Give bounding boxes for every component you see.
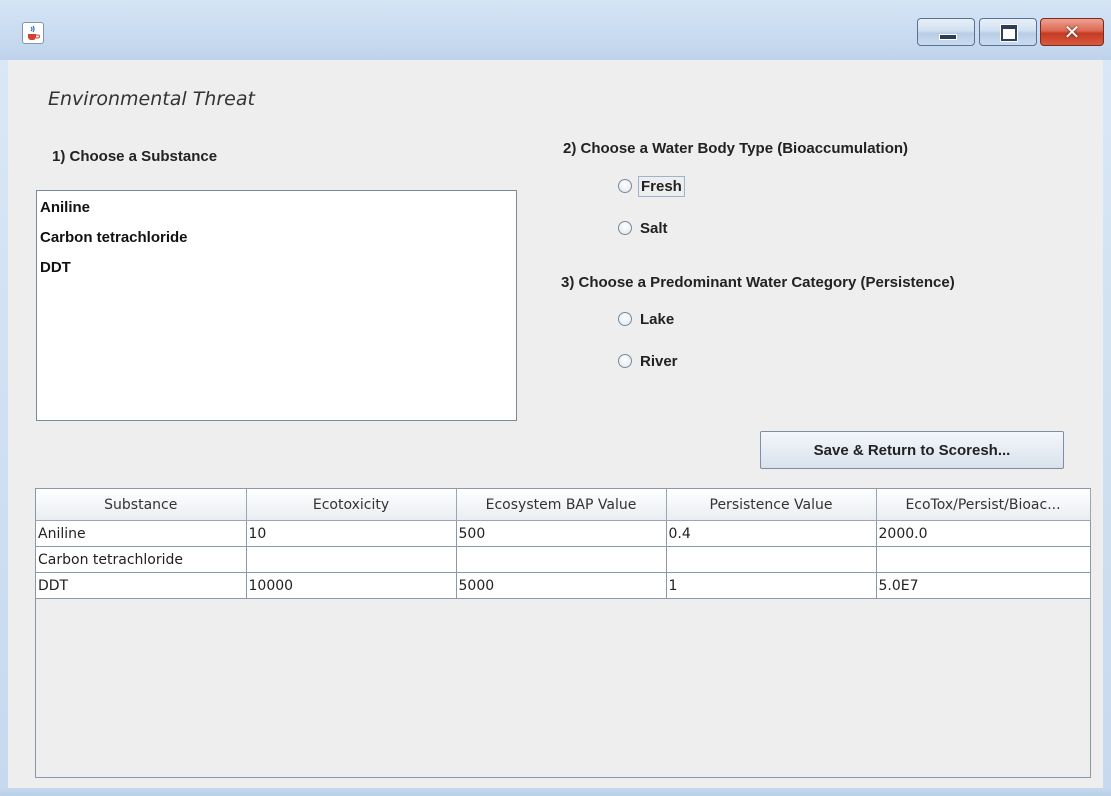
page-title: Environmental Threat (48, 88, 255, 110)
radio-label-lake[interactable]: Lake (638, 310, 676, 329)
column-header[interactable]: Ecotoxicity (246, 489, 457, 521)
radio-button[interactable] (618, 221, 632, 235)
radio-label-salt[interactable]: Salt (638, 219, 670, 238)
list-item[interactable]: DDT (37, 253, 516, 283)
radio-fresh[interactable]: Fresh (618, 173, 685, 199)
close-button[interactable]: ✕ (1040, 18, 1104, 46)
water-body-label: 2) Choose a Water Body Type (Bioaccumula… (563, 140, 909, 157)
list-item[interactable]: Carbon tetrachloride (37, 223, 516, 253)
table-cell[interactable]: Aniline (36, 520, 247, 547)
close-icon: ✕ (1063, 20, 1081, 44)
table-cell[interactable] (246, 546, 457, 573)
radio-button[interactable] (618, 179, 632, 193)
application-window: ✕ Environmental Threat 1) Choose a Subst… (0, 0, 1111, 796)
content-panel: Environmental Threat 1) Choose a Substan… (8, 60, 1103, 788)
maximize-button[interactable] (979, 18, 1037, 46)
radio-salt[interactable]: Salt (618, 215, 670, 241)
table-cell[interactable]: 5000 (456, 572, 667, 599)
table-cell[interactable]: 0.4 (666, 520, 877, 547)
table-cell[interactable] (666, 546, 877, 573)
water-category-label: 3) Choose a Predominant Water Category (… (561, 274, 955, 291)
radio-river[interactable]: River (618, 348, 680, 374)
table-cell[interactable]: 10000 (246, 572, 457, 599)
table-header-row: Substance Ecotoxicity Ecosystem BAP Valu… (36, 489, 1091, 521)
radio-button[interactable] (618, 354, 632, 368)
table-row[interactable]: Carbon tetrachloride (36, 546, 1091, 573)
table-cell[interactable]: 500 (456, 520, 667, 547)
radio-label-fresh[interactable]: Fresh (638, 175, 685, 197)
table-cell[interactable] (456, 546, 667, 573)
column-header[interactable]: Persistence Value (666, 489, 877, 521)
table-row[interactable]: Aniline 10 500 0.4 2000.0 (36, 520, 1091, 547)
table-cell[interactable]: DDT (36, 572, 247, 599)
list-item[interactable]: Aniline (37, 193, 516, 223)
title-bar[interactable]: ✕ (0, 0, 1111, 60)
table-cell[interactable]: 5.0E7 (876, 572, 1091, 599)
table-cell[interactable]: 2000.0 (876, 520, 1091, 547)
substance-list[interactable]: Aniline Carbon tetrachloride DDT (36, 190, 517, 421)
table-cell[interactable]: Carbon tetrachloride (36, 546, 247, 573)
table-cell[interactable] (876, 546, 1091, 573)
table-cell[interactable]: 1 (666, 572, 877, 599)
window-bottom-border (0, 788, 1111, 796)
results-table: Substance Ecotoxicity Ecosystem BAP Valu… (36, 489, 1091, 599)
save-return-button[interactable]: Save & Return to Scoresh... (760, 431, 1064, 469)
column-header[interactable]: EcoTox/Persist/Bioac... (876, 489, 1091, 521)
column-header[interactable]: Ecosystem BAP Value (456, 489, 667, 521)
java-cup-icon[interactable] (22, 22, 44, 44)
radio-lake[interactable]: Lake (618, 306, 676, 332)
minimize-icon (939, 34, 957, 40)
minimize-button[interactable] (917, 18, 975, 46)
substance-label: 1) Choose a Substance (52, 148, 218, 165)
table-cell[interactable]: 10 (246, 520, 457, 547)
maximize-icon (1001, 25, 1017, 41)
radio-button[interactable] (618, 312, 632, 326)
radio-label-river[interactable]: River (638, 352, 680, 371)
column-header[interactable]: Substance (36, 489, 247, 521)
table-row[interactable]: DDT 10000 5000 1 5.0E7 (36, 572, 1091, 599)
results-table-scrollpane[interactable]: Substance Ecotoxicity Ecosystem BAP Valu… (35, 488, 1091, 778)
